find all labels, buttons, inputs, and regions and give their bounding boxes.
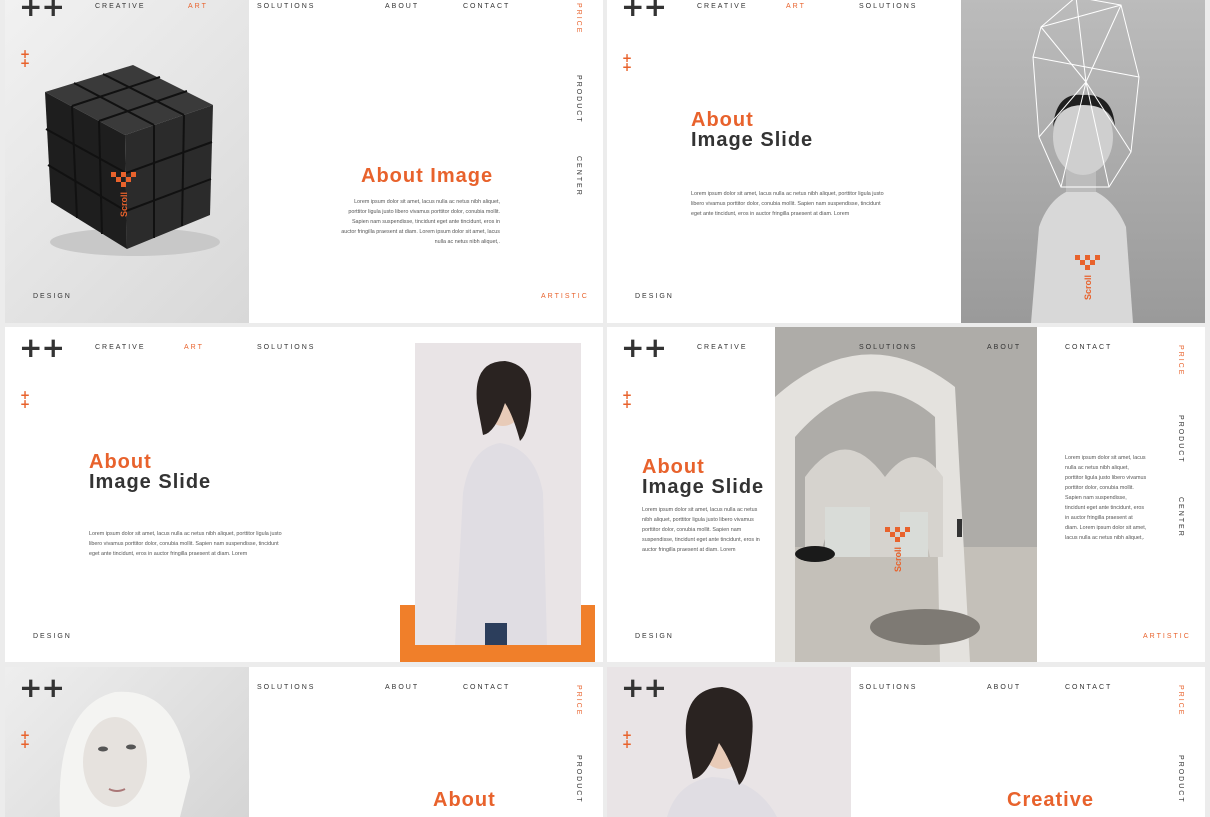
nav-contact[interactable]: CONTACT <box>1065 344 1112 351</box>
nav-contact[interactable]: CONTACT <box>1065 684 1112 691</box>
slide-body-text-right: Lorem ipsum dolor sit amet, lacus nulla … <box>1065 455 1147 541</box>
nav-about[interactable]: ABOUT <box>385 684 419 691</box>
chevron-down-icon <box>1075 255 1100 270</box>
nav-contact[interactable]: CONTACT <box>463 3 510 10</box>
plus-marker: + + <box>622 388 633 411</box>
nav-creative[interactable]: CREATIVE <box>95 3 146 10</box>
logo-mark: ++ <box>621 331 667 364</box>
nav-about[interactable]: ABOUT <box>987 684 1021 691</box>
nav-contact[interactable]: CONTACT <box>463 684 510 691</box>
slide-body-text: Lorem ipsum dolor sit amet, lacus nulla … <box>89 531 282 557</box>
side-product[interactable]: PRODUCT <box>575 755 582 804</box>
logo-mark: ++ <box>621 0 667 23</box>
scroll-label: Scroll <box>893 547 903 573</box>
slide-title: About Image <box>361 165 494 187</box>
side-price[interactable]: PRICE <box>575 685 582 716</box>
plus-marker: + + <box>622 51 633 74</box>
slide-body-text: Lorem ipsum dolor sit amet, lacus nulla … <box>341 199 500 245</box>
scroll-marker[interactable]: Scroll <box>111 172 141 217</box>
logo-mark: ++ <box>19 671 65 704</box>
footer-design: DESIGN <box>33 293 72 300</box>
slide-about-5[interactable]: ++ + + SOLUTIONS ABOUT CONTACT PRICE PROD… <box>5 667 603 817</box>
arches-photo <box>775 327 1037 662</box>
nav-art[interactable]: ART <box>184 344 204 351</box>
nav-about[interactable]: ABOUT <box>385 3 419 10</box>
slide-about-image[interactable]: ++ + + Scroll CREATIVE ART SOLUTIONS ABOU… <box>5 0 603 323</box>
nav-solutions[interactable]: SOLUTIONS <box>257 3 315 10</box>
plus-marker: + + <box>20 388 31 411</box>
slide-about-image-slide-4[interactable]: ++ + + CREATIVE About Image Slide Lorem i… <box>607 327 1205 662</box>
side-product[interactable]: PRODUCT <box>1177 415 1184 464</box>
slide-title-orange: Creative <box>1007 789 1094 811</box>
chevron-down-icon <box>885 527 910 542</box>
footer-design: DESIGN <box>635 293 674 300</box>
slide-title-dark: Image Slide <box>89 471 212 493</box>
nav-art[interactable]: ART <box>188 3 208 10</box>
nav-solutions[interactable]: SOLUTIONS <box>859 684 917 691</box>
side-product[interactable]: PRODUCT <box>575 75 582 124</box>
slide-about-image-slide-2[interactable]: ++ + + CREATIVE ART SOLUTIONS About Image… <box>607 0 1205 323</box>
nav-solutions[interactable]: SOLUTIONS <box>859 344 917 351</box>
nav-solutions[interactable]: SOLUTIONS <box>257 344 315 351</box>
footer-design: DESIGN <box>635 633 674 640</box>
logo-mark: ++ <box>19 0 65 23</box>
nav-creative[interactable]: CREATIVE <box>95 344 146 351</box>
plus-marker: + + <box>20 47 31 70</box>
nav-solutions[interactable]: SOLUTIONS <box>859 3 917 10</box>
chevron-down-icon <box>111 172 136 187</box>
slide-body-text-left: Lorem ipsum dolor sit amet, lacus nulla … <box>642 507 760 553</box>
side-price[interactable]: PRICE <box>1177 685 1184 716</box>
slide-title-orange: About <box>433 789 496 811</box>
slide-title-dark: Image Slide <box>691 129 814 151</box>
side-center[interactable]: CENTER <box>575 156 582 197</box>
woman-profile-photo <box>415 343 581 645</box>
footer-design: DESIGN <box>33 633 72 640</box>
plus-marker: + + <box>20 728 31 751</box>
side-price[interactable]: PRICE <box>1177 345 1184 376</box>
scroll-label: Scroll <box>119 192 129 218</box>
nav-about[interactable]: ABOUT <box>987 344 1021 351</box>
side-price[interactable]: PRICE <box>575 3 582 34</box>
nav-creative[interactable]: CREATIVE <box>697 344 748 351</box>
logo-mark: ++ <box>621 671 667 704</box>
nav-solutions[interactable]: SOLUTIONS <box>257 684 315 691</box>
slide-creative-6[interactable]: ++ + + SOLUTIONS ABOUT CONTACT PRICE PROD… <box>607 667 1205 817</box>
side-center[interactable]: CENTER <box>1177 497 1184 538</box>
nav-art[interactable]: ART <box>786 3 806 10</box>
footer-artistic: ARTISTIC <box>541 293 589 300</box>
slide-body-text: Lorem ipsum dolor sit amet, lacus nulla … <box>691 191 884 217</box>
cube-photo <box>5 0 249 323</box>
plus-marker: + + <box>622 728 633 751</box>
logo-mark: ++ <box>19 331 65 364</box>
slide-about-image-slide-3[interactable]: ++ + + CREATIVE ART SOLUTIONS About Image… <box>5 327 603 662</box>
scroll-marker[interactable]: Scroll <box>885 527 915 572</box>
footer-artistic: ARTISTIC <box>1143 633 1191 640</box>
side-product[interactable]: PRODUCT <box>1177 755 1184 804</box>
scroll-marker[interactable]: Scroll <box>1075 255 1105 300</box>
scroll-label: Scroll <box>1083 275 1093 301</box>
nav-creative[interactable]: CREATIVE <box>697 3 748 10</box>
slide-title-dark: Image Slide <box>642 476 765 498</box>
